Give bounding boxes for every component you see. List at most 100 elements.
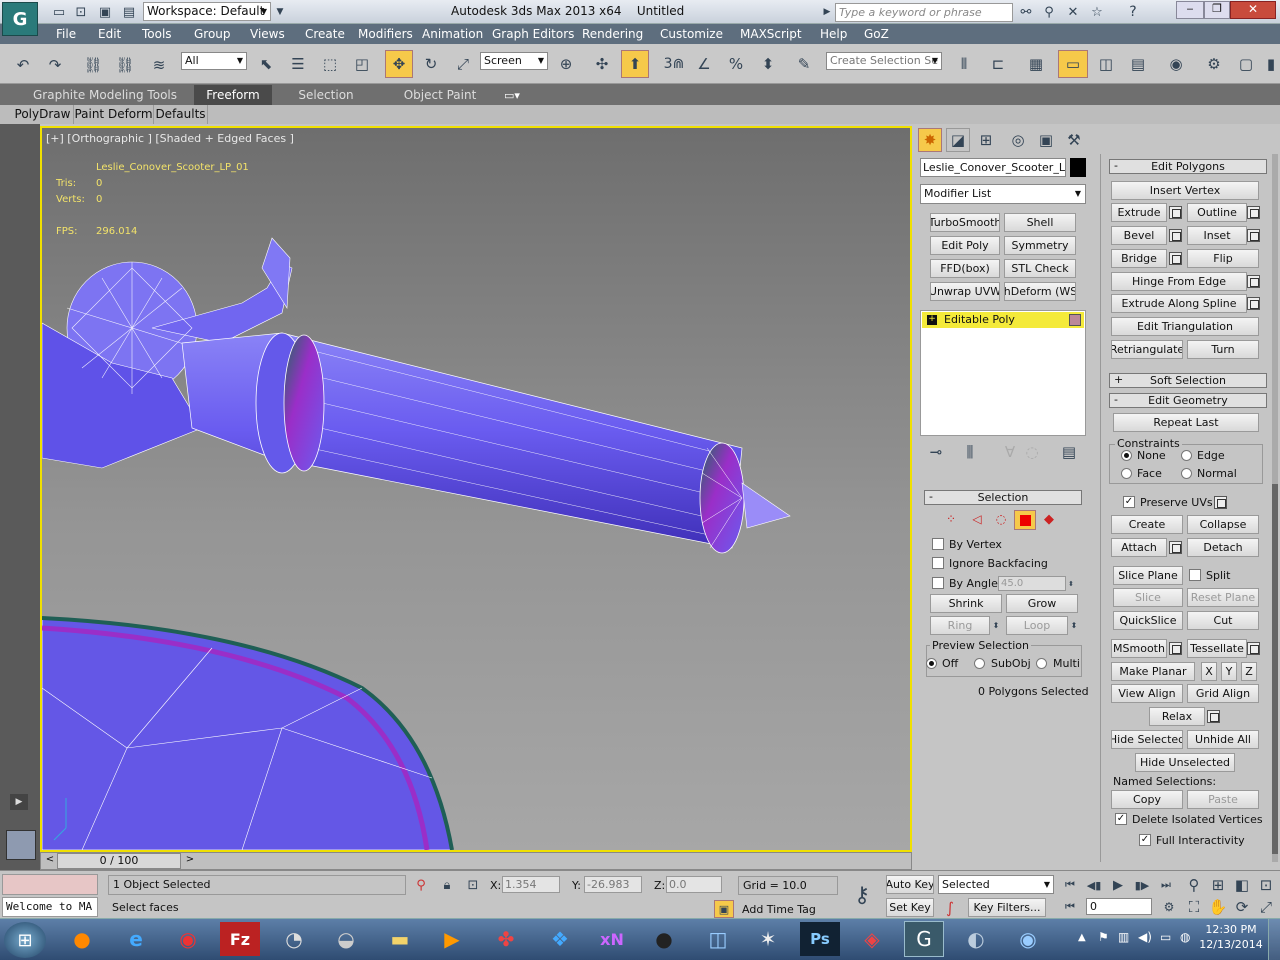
named-selection-dropdown[interactable]: Create Selection Se ▼: [826, 52, 942, 70]
app-taskbar-icon-3[interactable]: ✤: [486, 918, 526, 960]
binoculars-icon[interactable]: ⚯: [1017, 3, 1035, 21]
utilities-tab-icon[interactable]: ⚒: [1062, 128, 1086, 152]
windows-explorer-taskbar-icon[interactable]: ▬: [380, 918, 420, 960]
ribbon-tab-freeform[interactable]: Freeform: [194, 85, 272, 105]
slice-plane-button[interactable]: Slice Plane: [1113, 566, 1183, 585]
ribbon-subtab-paint-deform[interactable]: Paint Deform: [74, 105, 154, 124]
turn-button[interactable]: Turn: [1187, 340, 1259, 359]
modifier-button-shell[interactable]: Shell: [1004, 213, 1076, 232]
x-coordinate-field[interactable]: 1.354: [502, 876, 560, 893]
zoom-all-icon[interactable]: ⊞: [1208, 875, 1228, 895]
collapse-button[interactable]: Collapse: [1187, 515, 1259, 534]
relax-settings-icon[interactable]: [1207, 710, 1220, 723]
by-angle-checkbox[interactable]: [932, 577, 944, 589]
menu-item-edit[interactable]: Edit: [98, 27, 121, 41]
maxscript-listener-top[interactable]: [2, 874, 98, 895]
bridge-settings-icon[interactable]: [1169, 252, 1182, 265]
make-unique-icon[interactable]: ∀: [1000, 442, 1020, 462]
zoom-icon[interactable]: ⚲: [1184, 875, 1204, 895]
msmooth-button[interactable]: MSmooth: [1111, 639, 1167, 658]
go-to-start-icon[interactable]: ⏮: [1060, 877, 1080, 893]
border-mode-icon[interactable]: ◌: [992, 510, 1010, 528]
menu-item-help[interactable]: Help: [820, 27, 847, 41]
extrude-along-spline-button[interactable]: Extrude Along Spline: [1111, 294, 1247, 313]
manipulate-icon[interactable]: ✣: [590, 52, 614, 76]
set-key-mode-icon[interactable]: ⚷: [846, 881, 878, 909]
modifier-button-thdeform-wsi[interactable]: thDeform (WSI: [1004, 282, 1076, 301]
selection-filter-dropdown[interactable]: All ▼: [181, 52, 247, 70]
planar-x-button[interactable]: X: [1201, 662, 1217, 681]
ribbon-tab-graphite-modeling-tools[interactable]: Graphite Modeling Tools: [20, 85, 190, 105]
menu-item-views[interactable]: Views: [250, 27, 285, 41]
constraint-edge-radio[interactable]: [1181, 450, 1192, 461]
help-icon[interactable]: ?: [1122, 3, 1144, 21]
zoom-extents-all-icon[interactable]: ⊡: [1256, 875, 1276, 895]
material-editor-icon[interactable]: ◉: [1164, 52, 1188, 76]
preserve-uvs-settings-icon[interactable]: [1214, 496, 1227, 509]
inset-settings-icon[interactable]: [1247, 229, 1260, 242]
firefox-taskbar-icon[interactable]: ●: [62, 918, 102, 960]
show-end-result-icon[interactable]: ⫼: [960, 442, 980, 462]
preview-off-radio[interactable]: [926, 658, 937, 669]
by-vertex-checkbox[interactable]: [932, 538, 944, 550]
help-search-input[interactable]: Type a keyword or phrase: [835, 3, 1013, 22]
planar-y-button[interactable]: Y: [1221, 662, 1237, 681]
ring-spinner-icon[interactable]: ⬍: [990, 616, 1002, 635]
display-tab-icon[interactable]: ▣: [1034, 128, 1058, 152]
maximize-button[interactable]: ❐: [1204, 1, 1230, 19]
system-clock[interactable]: 12:30 PM 12/13/2014: [1196, 922, 1266, 958]
paste-button[interactable]: Paste: [1187, 790, 1259, 809]
stack-item-editable-poly[interactable]: Editable Poly: [922, 312, 1084, 328]
ignore-backfacing-checkbox[interactable]: [932, 557, 944, 569]
edit-polygons-rollout-header[interactable]: - Edit Polygons: [1109, 159, 1267, 174]
motion-tab-icon[interactable]: ◎: [1006, 128, 1030, 152]
detach-button[interactable]: Detach: [1187, 538, 1259, 557]
tray-app-icon-2[interactable]: ◍: [1180, 930, 1190, 944]
hinge-from-edge-button[interactable]: Hinge From Edge: [1111, 272, 1247, 291]
menu-item-file[interactable]: File: [56, 27, 76, 41]
selection-rollout-header[interactable]: - Selection: [924, 490, 1082, 505]
outline-button[interactable]: Outline: [1187, 203, 1247, 222]
relax-button[interactable]: Relax: [1149, 707, 1205, 726]
field-of-view-icon[interactable]: ⛶: [1184, 897, 1204, 917]
insert-vertex-button[interactable]: Insert Vertex: [1111, 181, 1259, 200]
menu-item-goz[interactable]: GoZ: [864, 27, 889, 41]
menu-item-animation[interactable]: Animation: [422, 27, 483, 41]
app-logo-icon[interactable]: G: [2, 2, 38, 36]
pan-view-icon[interactable]: ✋: [1208, 897, 1228, 917]
spinner-snap-icon[interactable]: ⬍: [756, 52, 780, 76]
start-button[interactable]: ⊞: [4, 922, 46, 958]
expand-plus-icon[interactable]: +: [927, 315, 937, 325]
tools-icon[interactable]: ✕: [1064, 3, 1082, 21]
modifier-button-stl-check[interactable]: STL Check: [1004, 259, 1076, 278]
previous-frame-icon[interactable]: ◀▮: [1084, 877, 1104, 893]
time-slider-thumb[interactable]: 0 / 100: [57, 853, 181, 869]
close-button[interactable]: ✕: [1230, 1, 1276, 19]
filezilla-taskbar-icon[interactable]: Fz: [220, 922, 260, 956]
ring-button[interactable]: Ring: [930, 616, 990, 635]
view-align-button[interactable]: View Align: [1111, 684, 1183, 703]
menu-item-tools[interactable]: Tools: [142, 27, 172, 41]
grow-button[interactable]: Grow: [1006, 594, 1078, 613]
extrude-settings-icon[interactable]: [1169, 206, 1182, 219]
constraint-normal-radio[interactable]: [1181, 468, 1192, 479]
undo-icon[interactable]: ↶: [10, 54, 36, 76]
hinge-settings-icon[interactable]: [1247, 275, 1260, 288]
edit-named-selection-icon[interactable]: ✎: [792, 52, 816, 76]
outline-settings-icon[interactable]: [1247, 206, 1260, 219]
ribbon-subtab-defaults[interactable]: Defaults: [154, 105, 208, 124]
tray-flag-icon[interactable]: ⚑: [1098, 930, 1109, 944]
modify-tab-icon[interactable]: ◪: [946, 128, 970, 152]
orbit-icon[interactable]: ⟳: [1232, 897, 1252, 917]
pin-stack-icon[interactable]: ⊸: [926, 442, 946, 462]
chevron-right-icon[interactable]: ▶: [820, 3, 834, 21]
menu-item-maxscript[interactable]: MAXScript: [740, 27, 802, 41]
go-to-end-icon[interactable]: ⏭: [1156, 877, 1176, 893]
app-taskbar-icon-6[interactable]: ◐: [956, 918, 996, 960]
bevel-settings-icon[interactable]: [1169, 229, 1182, 242]
tray-network-icon[interactable]: ▥: [1118, 930, 1129, 944]
split-checkbox[interactable]: [1189, 569, 1201, 581]
by-angle-spinner-arrows-icon[interactable]: ⬍: [1066, 576, 1076, 591]
full-interactivity-checkbox[interactable]: ✓: [1139, 834, 1151, 846]
edit-geometry-rollout-header[interactable]: - Edit Geometry: [1109, 393, 1267, 408]
